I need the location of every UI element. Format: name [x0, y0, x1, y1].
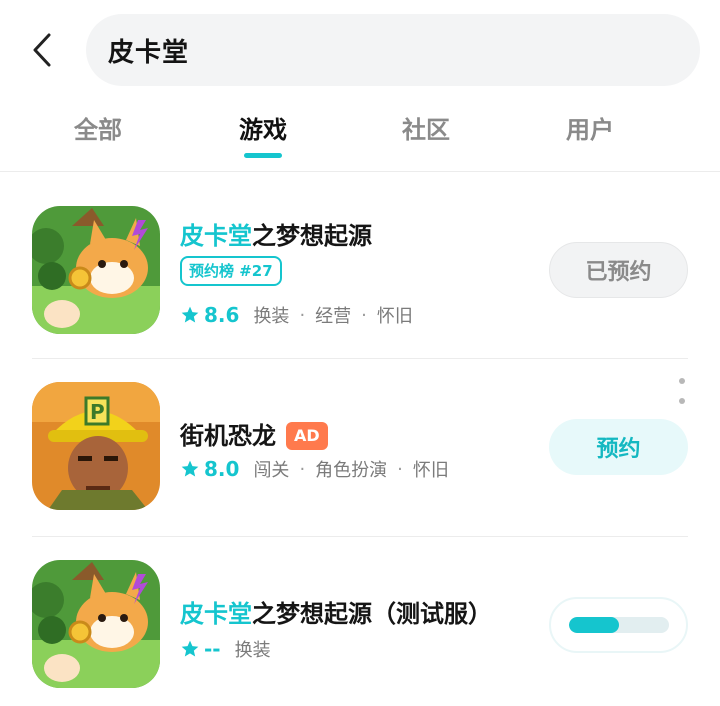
search-input[interactable]: 皮卡堂	[86, 14, 700, 86]
list-item[interactable]: P 街机恐龙 AD 8.0 闯关 · 角色扮演 · 怀旧 预约	[0, 358, 720, 536]
tag: 怀旧	[412, 460, 449, 481]
rating-row: -- 换装	[180, 636, 271, 662]
reserve-button[interactable]: 预约	[549, 419, 688, 475]
tag: 换装	[253, 306, 290, 327]
arcade-dino-soldier-icon[interactable]: P	[32, 382, 160, 510]
list-item[interactable]: 皮卡堂之梦想起源 预约榜 #27 8.6 换装 · 经营 · 怀旧 已预约	[0, 172, 720, 358]
tag: 经营	[315, 306, 352, 327]
app-title-highlight: 皮卡堂	[180, 600, 252, 628]
svg-text:P: P	[90, 400, 105, 424]
back-button[interactable]	[22, 28, 62, 72]
rating-score: 8.6	[204, 303, 240, 327]
tag: 闯关	[253, 460, 290, 481]
tab-all[interactable]: 全部	[38, 112, 158, 152]
tag-separator: ·	[397, 458, 403, 480]
reserved-button[interactable]: 已预约	[549, 242, 688, 298]
download-progress-fill	[568, 617, 619, 633]
star-icon	[181, 460, 199, 477]
app-title-rest: 之梦想起源	[252, 222, 372, 250]
app-title-text: 街机恐龙	[180, 422, 276, 450]
tag: 换装	[234, 640, 271, 661]
chevron-left-icon	[33, 33, 51, 67]
star-icon	[181, 640, 199, 657]
header: 皮卡堂	[0, 0, 720, 100]
tab-users[interactable]: 用户	[530, 112, 650, 152]
active-tab-indicator	[244, 153, 282, 158]
tag-separator: ·	[299, 304, 306, 326]
star-icon	[181, 306, 199, 323]
app-title-rest: 之梦想起源（测试服）	[252, 600, 492, 628]
tag: 角色扮演	[315, 460, 388, 481]
tag: 怀旧	[376, 306, 413, 327]
tag-separator: ·	[361, 304, 367, 326]
app-title[interactable]: 街机恐龙 AD	[180, 416, 328, 451]
app-title-highlight: 皮卡堂	[180, 222, 252, 250]
search-query: 皮卡堂	[108, 37, 190, 68]
rating-score: 8.0	[204, 457, 240, 481]
list-item[interactable]: 皮卡堂之梦想起源（测试服） -- 换装	[0, 536, 720, 706]
rank-badge[interactable]: 预约榜 #27	[180, 256, 282, 286]
download-progress-bar	[568, 617, 669, 633]
app-title[interactable]: 皮卡堂之梦想起源（测试服）	[180, 594, 492, 629]
ad-badge: AD	[286, 422, 328, 450]
rating-row: 8.0 闯关 · 角色扮演 · 怀旧	[180, 456, 449, 482]
tab-bar: 全部 游戏 社区 用户	[0, 100, 720, 172]
rating-row: 8.6 换装 · 经营 · 怀旧	[180, 302, 413, 328]
download-progress-button[interactable]	[549, 597, 688, 653]
pikatang-corgi-icon[interactable]	[32, 206, 160, 334]
tag-separator: ·	[299, 458, 306, 480]
rating-score: --	[204, 637, 221, 661]
app-title[interactable]: 皮卡堂之梦想起源	[180, 216, 372, 251]
pikatang-corgi-icon[interactable]	[32, 560, 160, 688]
tab-community[interactable]: 社区	[366, 112, 486, 152]
tab-games[interactable]: 游戏	[203, 112, 323, 152]
